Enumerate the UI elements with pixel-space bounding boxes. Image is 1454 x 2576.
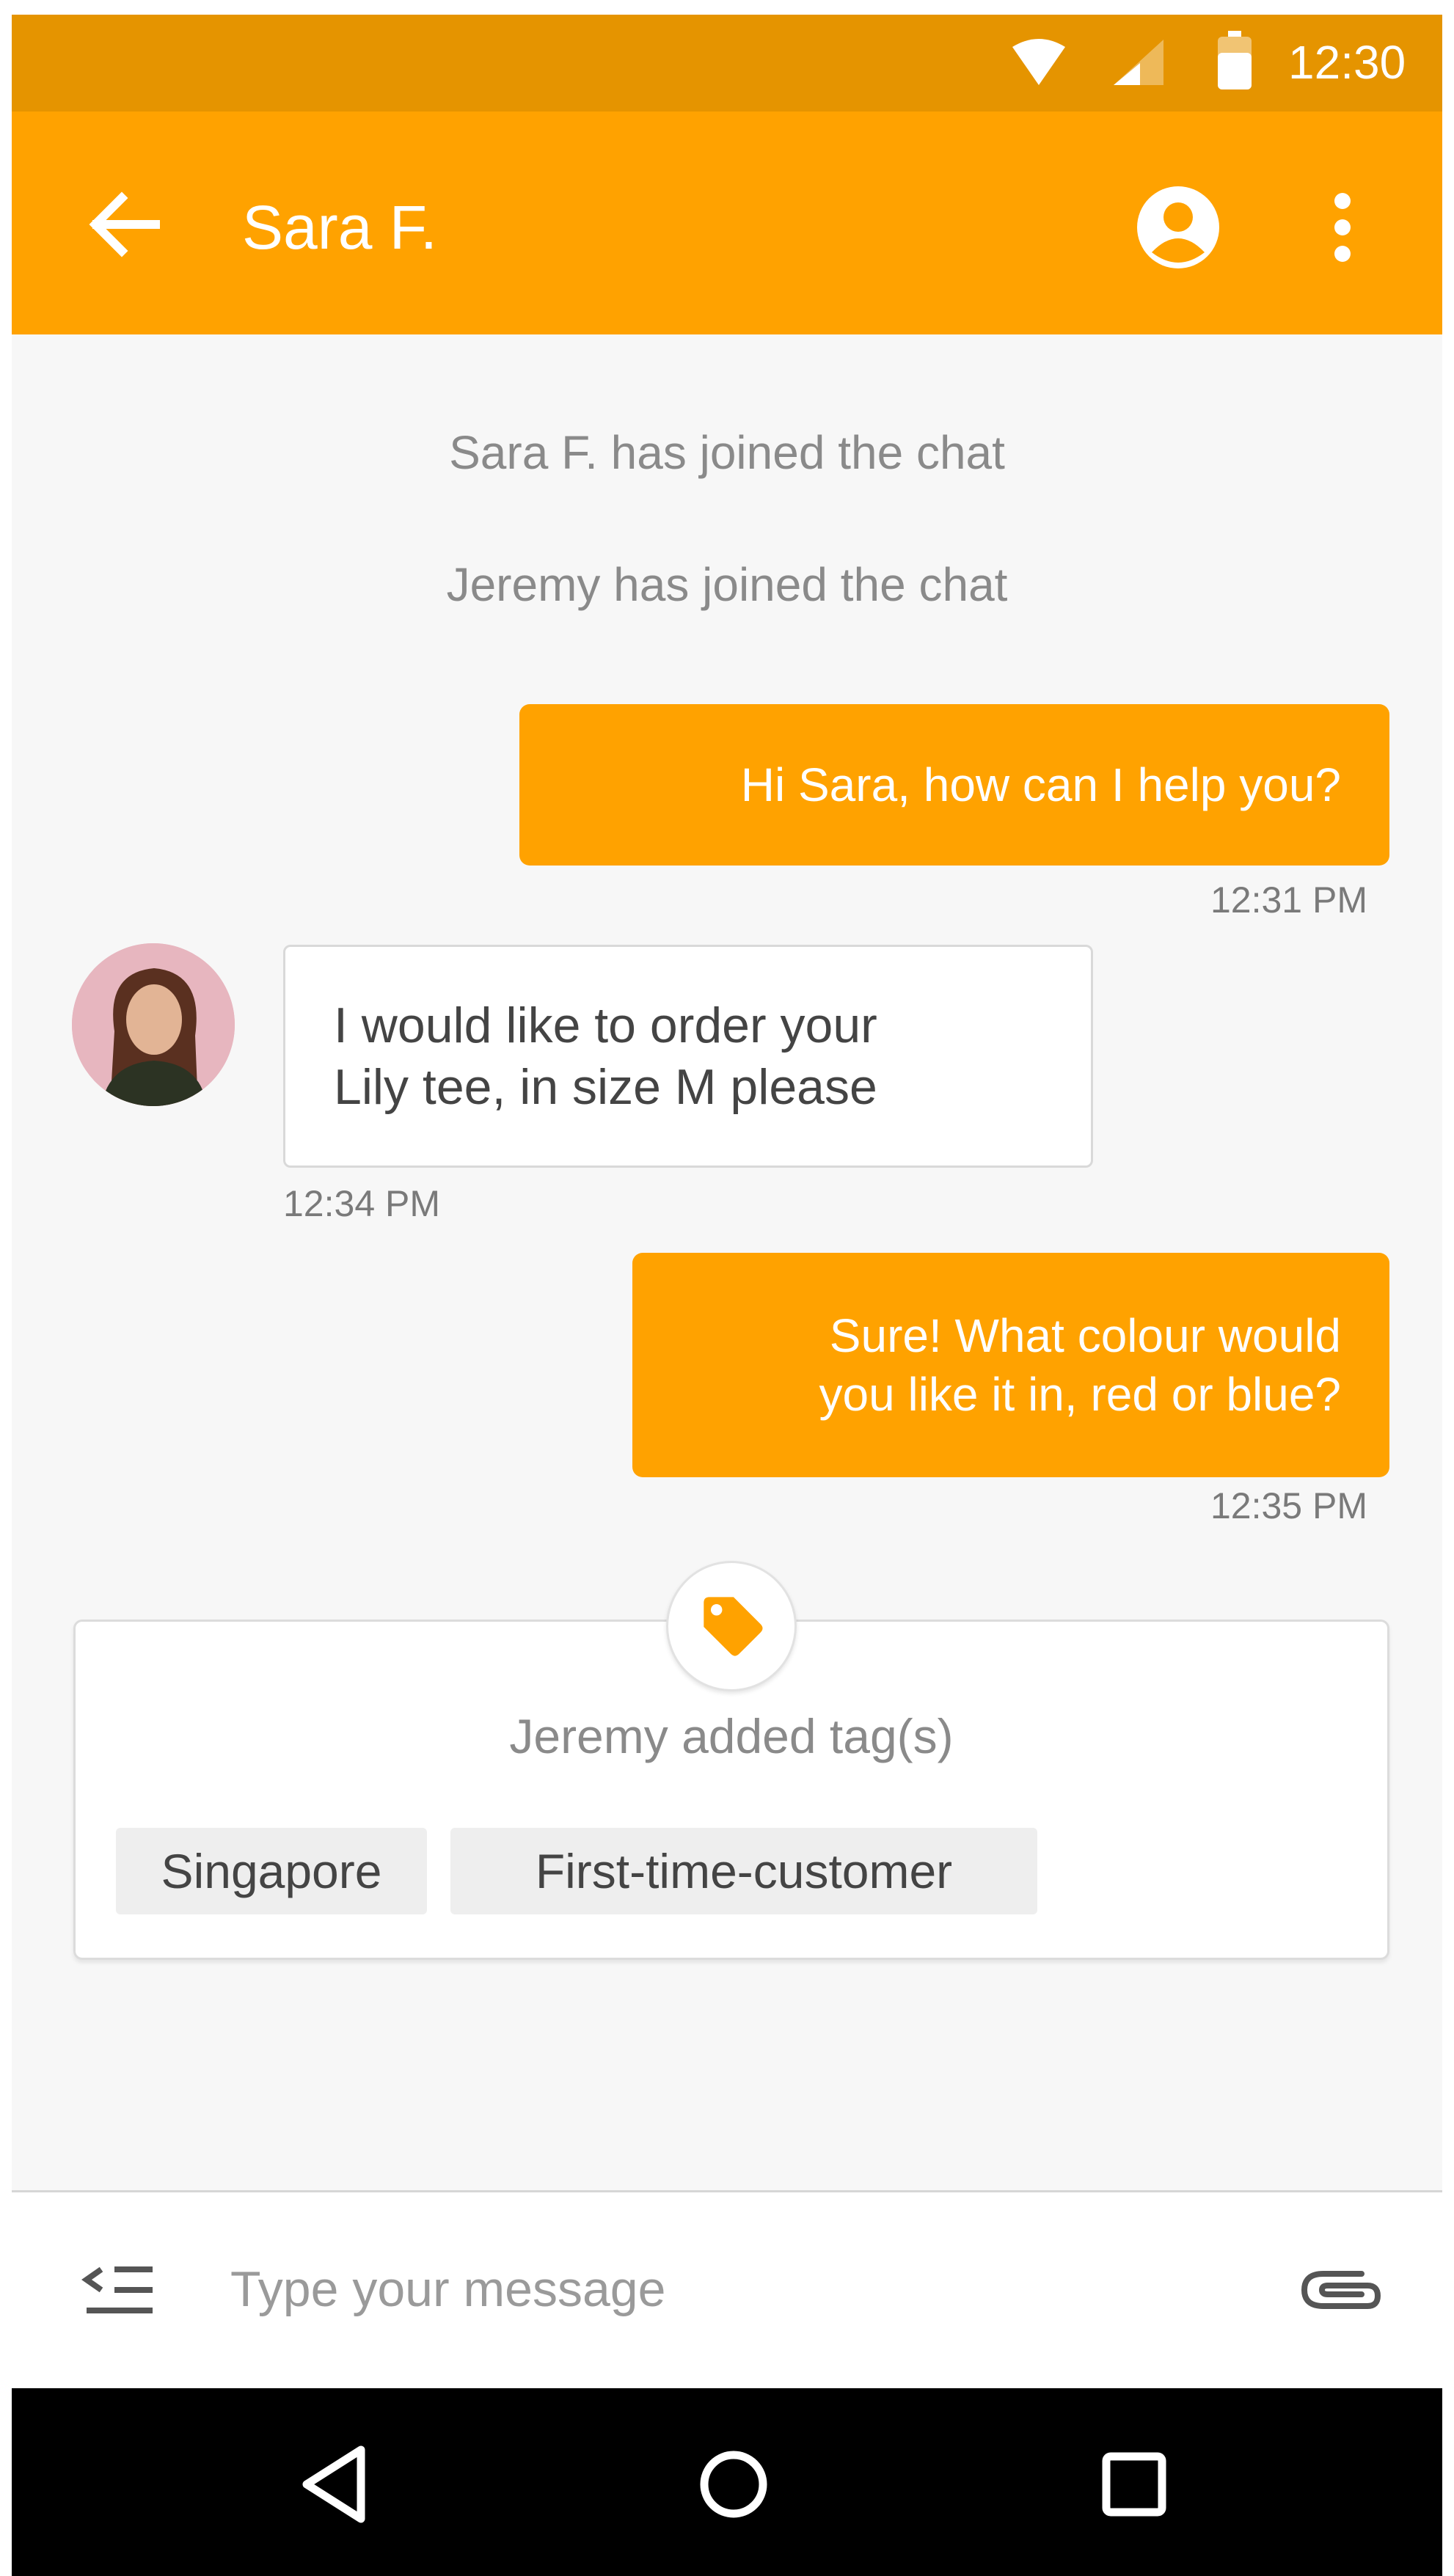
quick-replies-icon[interactable]: [73, 2244, 169, 2332]
avatar[interactable]: [72, 943, 235, 1106]
message-input[interactable]: [230, 2249, 1184, 2330]
tag-chip[interactable]: Singapore: [116, 1828, 427, 1914]
chat-title: Sara F.: [242, 193, 438, 262]
battery-icon: [1216, 31, 1253, 91]
paperclip-icon[interactable]: [1291, 2249, 1387, 2330]
customer-message-bubble: I would like to order your Lily tee, in …: [283, 945, 1093, 1168]
nav-back-icon[interactable]: [293, 2437, 374, 2532]
more-vert-icon[interactable]: [1306, 176, 1379, 279]
agent-message-bubble: Sure! What colour would you like it in, …: [632, 1253, 1389, 1477]
tag-card-title: Jeremy added tag(s): [509, 1709, 954, 1763]
tag-chip[interactable]: First-time-customer: [450, 1828, 1037, 1914]
wifi-icon: [1009, 32, 1068, 91]
nav-home-icon[interactable]: [690, 2437, 778, 2532]
message-text-line: you like it in, red or blue?: [819, 1368, 1342, 1421]
system-message: Sara F. has joined the chat: [449, 426, 1005, 479]
message-text-line: Hi Sara, how can I help you?: [740, 758, 1341, 811]
system-message: Jeremy has joined the chat: [446, 558, 1008, 611]
agent-message-bubble: Hi Sara, how can I help you?: [519, 704, 1389, 866]
tag-icon: [666, 1561, 797, 1691]
message-text-line: Sure! What colour would: [829, 1309, 1341, 1362]
message-timestamp: 12:35 PM: [1210, 1485, 1367, 1526]
account-circle-icon[interactable]: [1127, 176, 1230, 279]
nav-recents-icon[interactable]: [1090, 2437, 1178, 2532]
status-time: 12:30: [1288, 36, 1406, 89]
message-text-line: I would like to order your: [334, 998, 877, 1053]
message-timestamp: 12:31 PM: [1210, 879, 1367, 921]
cell-signal-icon: [1108, 37, 1166, 88]
back-arrow-icon[interactable]: [76, 176, 173, 273]
message-timestamp: 12:34 PM: [283, 1183, 441, 1224]
message-text-line: Lily tee, in size M please: [334, 1059, 877, 1115]
